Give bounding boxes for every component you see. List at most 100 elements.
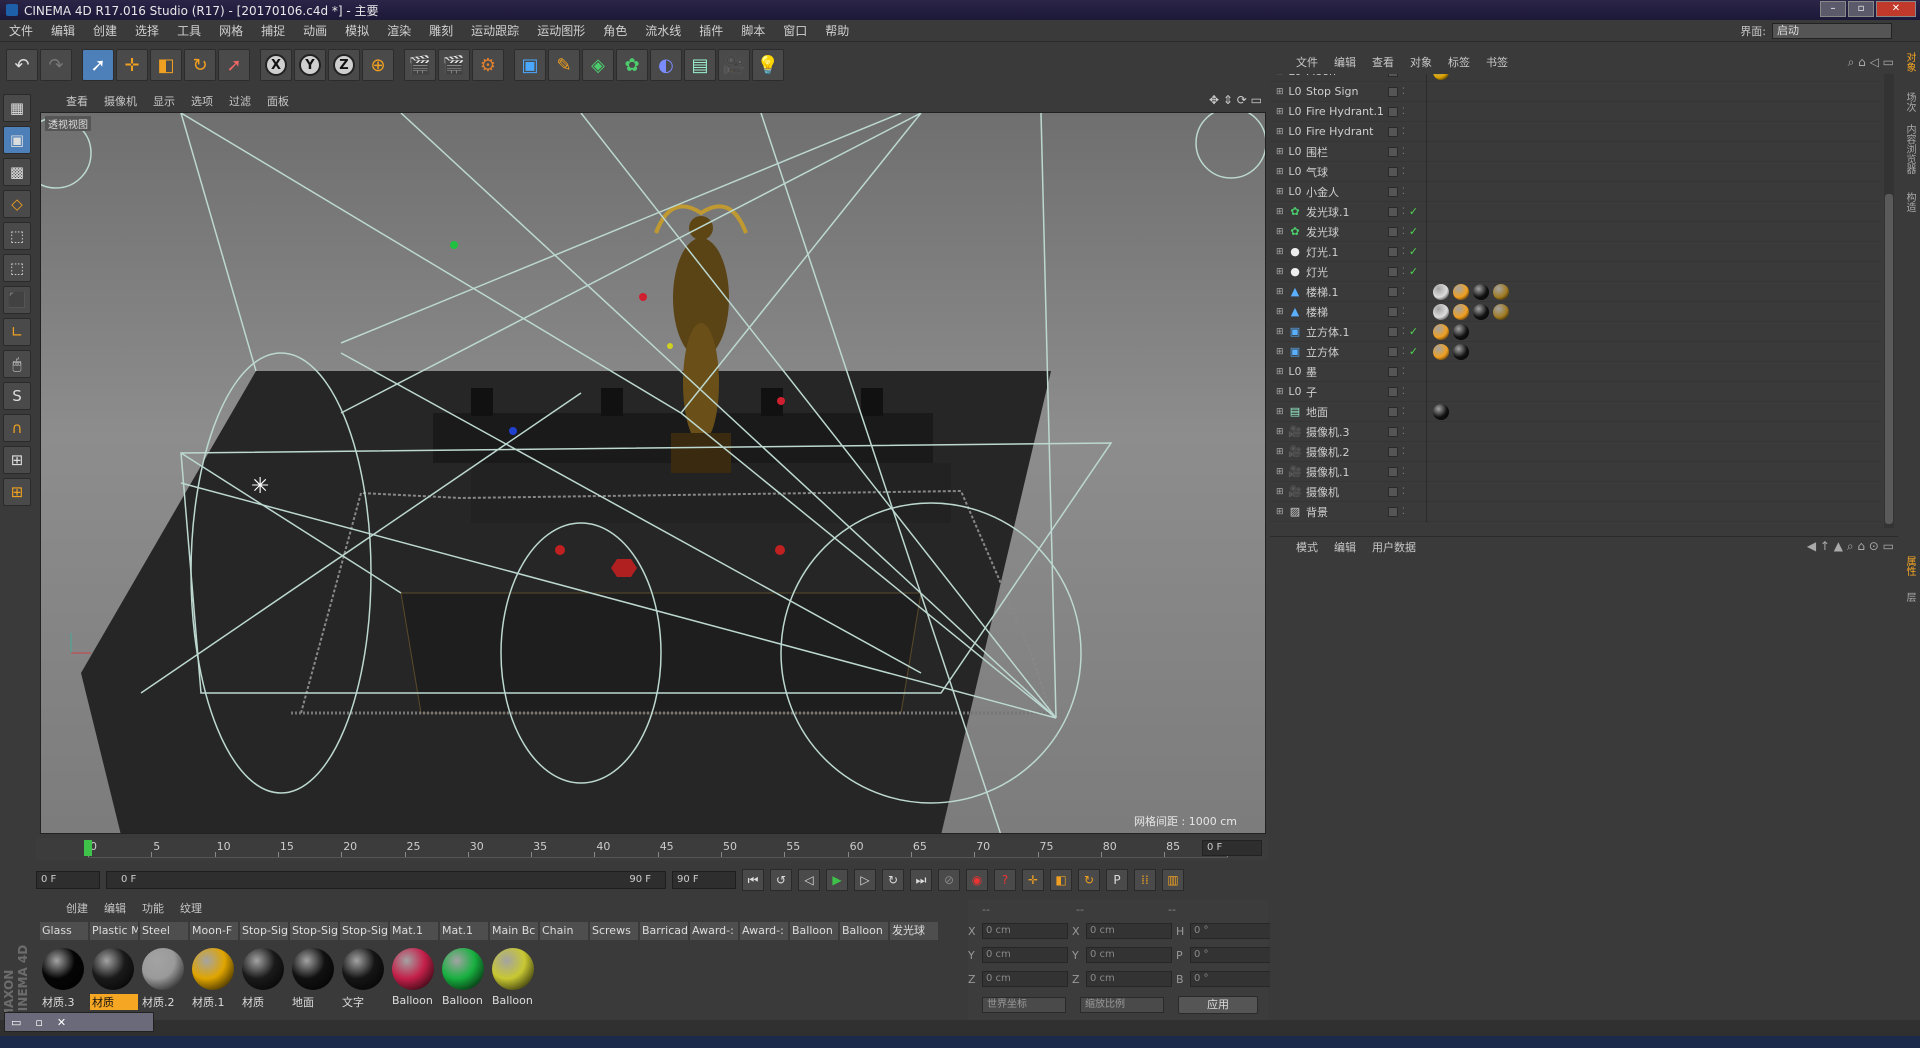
- visibility-dots[interactable]: ⁚: [1402, 327, 1405, 337]
- layer-flag[interactable]: [1388, 386, 1398, 397]
- expand-icon[interactable]: ⊞: [1276, 487, 1288, 497]
- menu-item[interactable]: 运动跟踪: [462, 22, 528, 39]
- material-tag-icon[interactable]: [1433, 323, 1449, 340]
- object-menu-item[interactable]: 对象: [1410, 54, 1432, 70]
- menu-item[interactable]: 工具: [168, 22, 210, 39]
- object-flags[interactable]: ⁚: [1388, 426, 1428, 437]
- menu-item[interactable]: 创建: [84, 22, 126, 39]
- enabled-check-icon[interactable]: ✓: [1409, 345, 1418, 358]
- material-tag-icon[interactable]: [1433, 343, 1449, 360]
- texture-mode-icon[interactable]: ▩: [3, 158, 31, 186]
- visibility-dots[interactable]: ⁚: [1402, 447, 1405, 457]
- axis-x-button[interactable]: X: [260, 49, 292, 81]
- object-row[interactable]: ⊞ L0 小金人 ⁚: [1270, 181, 1882, 202]
- material-tag-icon[interactable]: [1453, 343, 1469, 360]
- object-menu-item[interactable]: 书签: [1486, 54, 1508, 70]
- scale-dropdown[interactable]: 缩放比例: [1080, 997, 1164, 1013]
- right-tab[interactable]: 内容浏览器: [1902, 124, 1917, 174]
- material-swatch[interactable]: Plastic M 材质: [90, 922, 138, 1018]
- cube-icon[interactable]: ▣: [514, 49, 546, 81]
- move-icon[interactable]: ✛: [116, 49, 148, 81]
- visibility-dots[interactable]: ⁚: [1402, 367, 1405, 377]
- go-to-start-icon[interactable]: ⏮: [742, 869, 764, 891]
- edges-mode-icon[interactable]: ⬚: [3, 254, 31, 282]
- layer-flag[interactable]: [1388, 306, 1398, 317]
- material-tag-icon[interactable]: [1473, 283, 1489, 300]
- object-row[interactable]: ⊞ L0 围栏 ⁚: [1270, 141, 1882, 162]
- subdivision-icon[interactable]: ◈: [582, 49, 614, 81]
- material-menu-item[interactable]: 创建: [66, 900, 88, 916]
- material-swatch[interactable]: Moon-F 材质.1: [190, 922, 238, 1018]
- object-row[interactable]: ⊞ L0 墨 ⁚: [1270, 361, 1882, 382]
- apply-button[interactable]: 应用: [1178, 996, 1258, 1014]
- expand-icon[interactable]: ⊞: [1276, 167, 1288, 177]
- select-arrow-icon[interactable]: ➚: [82, 49, 114, 81]
- maximize-button[interactable]: ▫: [1848, 1, 1874, 17]
- object-flags[interactable]: ⁚: [1388, 106, 1428, 117]
- autokey-icon[interactable]: ◉: [966, 869, 988, 891]
- key-param-icon[interactable]: P: [1106, 869, 1128, 891]
- end-frame-field[interactable]: 90 F: [672, 871, 736, 889]
- object-row[interactable]: ⊞ ▲ 楼梯.1 ⁚: [1270, 281, 1882, 302]
- expand-icon[interactable]: ⊞: [1276, 387, 1288, 397]
- prev-frame-icon[interactable]: ◁: [798, 869, 820, 891]
- coord-field[interactable]: 0 cm: [982, 923, 1068, 939]
- timeline[interactable]: 051015202530354045505560657075808590 0 F: [36, 838, 1268, 860]
- object-row[interactable]: ⊞ 🎥 摄像机.2 ⁚: [1270, 441, 1882, 462]
- expand-icon[interactable]: ⊞: [1276, 267, 1288, 277]
- object-flags[interactable]: ⁚✓: [1388, 225, 1428, 238]
- object-flags[interactable]: ⁚✓: [1388, 245, 1428, 258]
- playhead[interactable]: [84, 840, 92, 856]
- make-editable-icon[interactable]: ▦: [3, 94, 31, 122]
- layer-flag[interactable]: [1388, 146, 1398, 157]
- object-flags[interactable]: ⁚: [1388, 406, 1428, 417]
- pen-icon[interactable]: ✎: [548, 49, 580, 81]
- axis-y-button[interactable]: Y: [294, 49, 326, 81]
- coord-field[interactable]: 0 cm: [1086, 947, 1172, 963]
- menu-item[interactable]: 雕刻: [420, 22, 462, 39]
- object-row[interactable]: ⊞ ▲ 楼梯 ⁚: [1270, 301, 1882, 322]
- object-row[interactable]: ⊞ 🎥 摄像机.3 ⁚: [1270, 421, 1882, 442]
- right-tab[interactable]: 对象: [1902, 52, 1917, 72]
- object-row[interactable]: ⊞ L0 Stop Sign ⁚: [1270, 81, 1882, 102]
- coord-field[interactable]: 0 °: [1190, 923, 1276, 939]
- timeline-ruler[interactable]: 051015202530354045505560657075808590: [84, 838, 1243, 858]
- workplane-icon[interactable]: ◇: [3, 190, 31, 218]
- layer-flag[interactable]: [1388, 126, 1398, 137]
- material-swatch[interactable]: Balloon: [790, 922, 838, 1018]
- material-swatch[interactable]: Main Bc Balloon: [490, 922, 538, 1018]
- expand-icon[interactable]: ⊞: [1276, 207, 1288, 217]
- right-tab[interactable]: 层: [1902, 592, 1917, 602]
- object-row[interactable]: ⊞ ● 灯光 ⁚ ✓: [1270, 261, 1882, 282]
- minimize-button[interactable]: –: [1820, 1, 1846, 17]
- cloner-icon[interactable]: ✿: [616, 49, 648, 81]
- visibility-dots[interactable]: ⁚: [1402, 147, 1405, 157]
- layer-flag[interactable]: [1388, 366, 1398, 377]
- layer-flag[interactable]: [1388, 74, 1398, 77]
- menu-item[interactable]: 角色: [594, 22, 636, 39]
- expand-icon[interactable]: ⊞: [1276, 87, 1288, 97]
- visibility-dots[interactable]: ⁚: [1402, 487, 1405, 497]
- material-swatch[interactable]: Stop-Sig 材质: [240, 922, 288, 1018]
- material-swatch[interactable]: Stop-Sig 地面: [290, 922, 338, 1018]
- expand-icon[interactable]: ⊞: [1276, 507, 1288, 517]
- world-coords-dropdown[interactable]: 世界坐标: [982, 997, 1066, 1013]
- object-menu-item[interactable]: 编辑: [1334, 54, 1356, 70]
- object-flags[interactable]: ⁚: [1388, 146, 1428, 157]
- layer-flag[interactable]: [1388, 326, 1398, 337]
- visibility-dots[interactable]: ⁚: [1402, 247, 1405, 257]
- layer-flag[interactable]: [1388, 466, 1398, 477]
- tweak-mode-icon[interactable]: 🖱: [3, 350, 31, 378]
- layer-flag[interactable]: [1388, 246, 1398, 257]
- expand-icon[interactable]: ⊞: [1276, 447, 1288, 457]
- close-button[interactable]: ✕: [1876, 1, 1916, 17]
- viewport-menu-item[interactable]: 摄像机: [104, 93, 137, 109]
- expand-icon[interactable]: ⊞: [1276, 427, 1288, 437]
- object-flags[interactable]: ⁚✓: [1388, 345, 1428, 358]
- visibility-dots[interactable]: ⁚: [1402, 347, 1405, 357]
- axis-z-button[interactable]: Z: [328, 49, 360, 81]
- object-row[interactable]: ⊞ L0 气球 ⁚: [1270, 161, 1882, 182]
- object-flags[interactable]: ⁚: [1388, 166, 1428, 177]
- right-tab[interactable]: 构造: [1902, 192, 1917, 212]
- menu-item[interactable]: 窗口: [774, 22, 816, 39]
